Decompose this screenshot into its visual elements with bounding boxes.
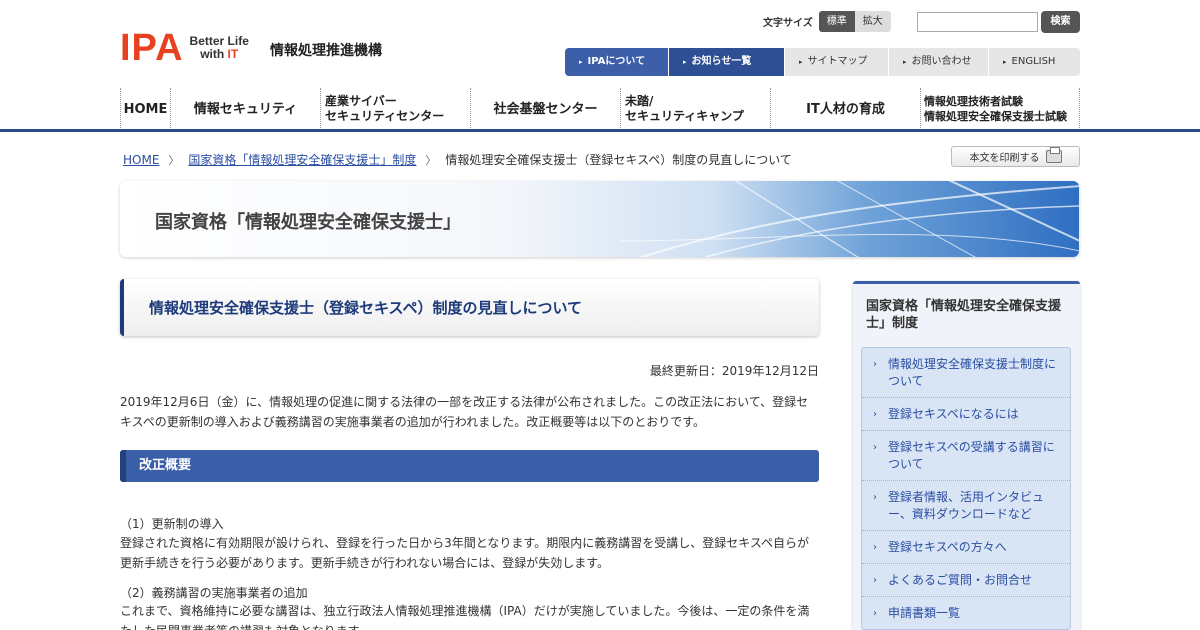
sidebar-item[interactable]: › 登録セキスペの方々へ <box>862 531 1070 564</box>
sidebar-item-label: 登録セキスペの方々へ <box>888 540 1007 554</box>
gnav-exam[interactable]: 情報処理技術者試験 情報処理安全確保支援士試験 <box>920 88 1080 130</box>
global-nav-underline <box>0 129 1200 132</box>
gnav-home[interactable]: HOME <box>120 88 170 130</box>
font-size-label: 文字サイズ <box>763 18 813 29</box>
gnav-label-line1: 未踏/ <box>625 94 654 108</box>
sidebar-item-label: 情報処理安全確保支援士制度について <box>888 357 1057 388</box>
category-banner: 国家資格「情報処理安全確保支援士」 <box>120 181 1079 257</box>
logo-mark: IPA <box>120 27 184 69</box>
sidebar-title[interactable]: 国家資格「情報処理安全確保支援士」制度 <box>866 298 1071 332</box>
gnav-label: 情報処理技術者試験 情報処理安全確保支援士試験 <box>924 94 1067 124</box>
triangle-right-icon: ▸ <box>1003 58 1007 66</box>
sidebar-list: › 情報処理安全確保支援士制度について › 登録セキスペになるには › 登録セキ… <box>861 347 1071 630</box>
gnav-label-line2: 情報処理安全確保支援士試験 <box>924 110 1067 123</box>
chevron-right-icon: › <box>873 542 877 553</box>
gnav-mitou[interactable]: 未踏/ セキュリティキャンプ <box>620 88 770 130</box>
gnav-icscoe[interactable]: 産業サイバー セキュリティセンター <box>320 88 470 130</box>
gnav-label-line2: セキュリティキャンプ <box>625 109 744 123</box>
sidebar-item[interactable]: › よくあるご質問・お問合せ <box>862 564 1070 597</box>
chevron-right-icon: › <box>873 608 877 619</box>
breadcrumb: HOME 〉 国家資格「情報処理安全確保支援士」制度 〉 情報処理安全確保支援士… <box>123 151 792 168</box>
font-size-large-button[interactable]: 拡大 <box>854 11 891 32</box>
global-nav: HOME 情報セキュリティ 産業サイバー セキュリティセンター 社会基盤センター… <box>120 88 1080 130</box>
sidebar-item[interactable]: › 情報処理安全確保支援士制度について <box>862 348 1070 398</box>
triangle-right-icon: ▸ <box>903 58 907 66</box>
sidebar-item[interactable]: › 登録セキスペの受講する講習について <box>862 431 1070 481</box>
font-size-switcher: 文字サイズ 標準 拡大 <box>763 11 891 32</box>
breadcrumb-separator-icon: 〉 <box>168 153 180 167</box>
gnav-label: 情報セキュリティ <box>193 101 298 117</box>
util-nav-label: IPAについて <box>587 56 646 67</box>
sidebar-item-label: 登録者情報、活用インタビュー、資料ダウンロードなど <box>888 490 1045 521</box>
item2-body: これまで、資格維持に必要な講習は、独立行政法人情報処理推進機構（IPA）だけが実… <box>120 604 810 630</box>
gnav-security[interactable]: 情報セキュリティ <box>170 88 320 130</box>
sidebar-item[interactable]: › 申請書類一覧 <box>862 597 1070 629</box>
gnav-label: 未踏/ セキュリティキャンプ <box>625 94 744 124</box>
chevron-right-icon: › <box>873 575 877 586</box>
printer-icon <box>1045 147 1062 163</box>
search-input[interactable] <box>917 12 1038 32</box>
util-nav-label: お知らせ一覧 <box>691 56 752 67</box>
print-button-label: 本文を印刷する <box>969 153 1040 164</box>
section-heading: 改正概要 <box>120 450 819 482</box>
gnav-label-line1: 産業サイバー <box>325 94 397 108</box>
utility-nav: ▸ IPAについて ▸ お知らせ一覧 ▸ サイトマップ ▸ お問い合わせ ▸ E… <box>565 48 1080 76</box>
breadcrumb-separator-icon: 〉 <box>425 153 437 167</box>
item1-title: （1）更新制の導入 <box>120 517 224 531</box>
gnav-sec[interactable]: 社会基盤センター <box>470 88 620 130</box>
chevron-right-icon: › <box>873 442 877 453</box>
font-size-standard-button[interactable]: 標準 <box>818 11 855 32</box>
logo-tagline-line2: with <box>200 47 225 61</box>
chevron-right-icon: › <box>873 409 877 420</box>
sidebar-item[interactable]: › 登録者情報、活用インタビュー、資料ダウンロードなど <box>862 481 1070 531</box>
ipa-logo[interactable]: IPA Better Life with IT 情報処理推進機構 <box>120 27 382 69</box>
chevron-right-icon: › <box>873 359 877 370</box>
gnav-label-line2: セキュリティセンター <box>325 109 445 123</box>
logo-tagline-line1: Better Life <box>189 34 249 48</box>
util-nav-sitemap[interactable]: ▸ サイトマップ <box>785 48 889 76</box>
gnav-label: 社会基盤センター <box>493 101 598 117</box>
chevron-right-icon: › <box>873 492 877 503</box>
util-nav-english[interactable]: ▸ ENGLISH <box>989 48 1080 76</box>
page-title-box: 情報処理安全確保支援士（登録セキスペ）制度の見直しについて <box>120 279 819 336</box>
gnav-label-line1: 情報処理技術者試験 <box>924 95 1023 108</box>
sidebar-item-label: 登録セキスペの受講する講習について <box>888 440 1055 471</box>
triangle-right-icon: ▸ <box>799 58 803 66</box>
util-nav-news[interactable]: ▸ お知らせ一覧 <box>669 48 785 76</box>
sidebar-item-label: 申請書類一覧 <box>888 606 961 620</box>
breadcrumb-parent-link[interactable]: 国家資格「情報処理安全確保支援士」制度 <box>188 151 416 168</box>
gnav-label: HOME <box>123 101 168 117</box>
item1-body: 登録された資格に有効期限が設けられ、登録を行った日から3年間となります。期限内に… <box>120 536 810 570</box>
sidebar: 国家資格「情報処理安全確保支援士」制度 › 情報処理安全確保支援士制度について … <box>853 281 1080 630</box>
util-nav-label: サイトマップ <box>807 56 868 67</box>
sidebar-item[interactable]: › 登録セキスペになるには <box>862 398 1070 431</box>
triangle-right-icon: ▸ <box>683 58 687 66</box>
search-button[interactable]: 検索 <box>1041 11 1080 33</box>
intro-paragraph: 2019年12月6日（金）に、情報処理の促進に関する法律の一部を改正する法律が公… <box>120 395 809 429</box>
logo-tagline-it: IT <box>227 47 239 61</box>
breadcrumb-home-link[interactable]: HOME <box>123 153 159 167</box>
item2-title: （2）義務講習の実施事業者の追加 <box>120 586 308 600</box>
last-updated: 最終更新日：2019年12月12日 <box>649 364 819 378</box>
logo-tagline: Better Life with IT <box>190 35 249 61</box>
util-nav-contact[interactable]: ▸ お問い合わせ <box>889 48 989 76</box>
util-nav-about[interactable]: ▸ IPAについて <box>565 48 669 76</box>
util-nav-label: お問い合わせ <box>911 56 972 67</box>
breadcrumb-current: 情報処理安全確保支援士（登録セキスペ）制度の見直しについて <box>445 153 792 167</box>
sidebar-item-label: よくあるご質問・お問合せ <box>888 573 1033 587</box>
page-title: 情報処理安全確保支援士（登録セキスペ）制度の見直しについて <box>149 299 583 317</box>
sidebar-item-label: 登録セキスペになるには <box>888 407 1019 421</box>
gnav-label: IT人材の育成 <box>806 101 885 117</box>
gnav-it-jinzai[interactable]: IT人材の育成 <box>770 88 920 130</box>
banner-title: 国家資格「情報処理安全確保支援士」 <box>155 212 461 233</box>
util-nav-label: ENGLISH <box>1011 56 1056 67</box>
triangle-right-icon: ▸ <box>579 58 583 66</box>
print-button[interactable]: 本文を印刷する <box>951 146 1080 167</box>
org-name: 情報処理推進機構 <box>270 43 382 59</box>
gnav-label: 産業サイバー セキュリティセンター <box>325 94 444 124</box>
